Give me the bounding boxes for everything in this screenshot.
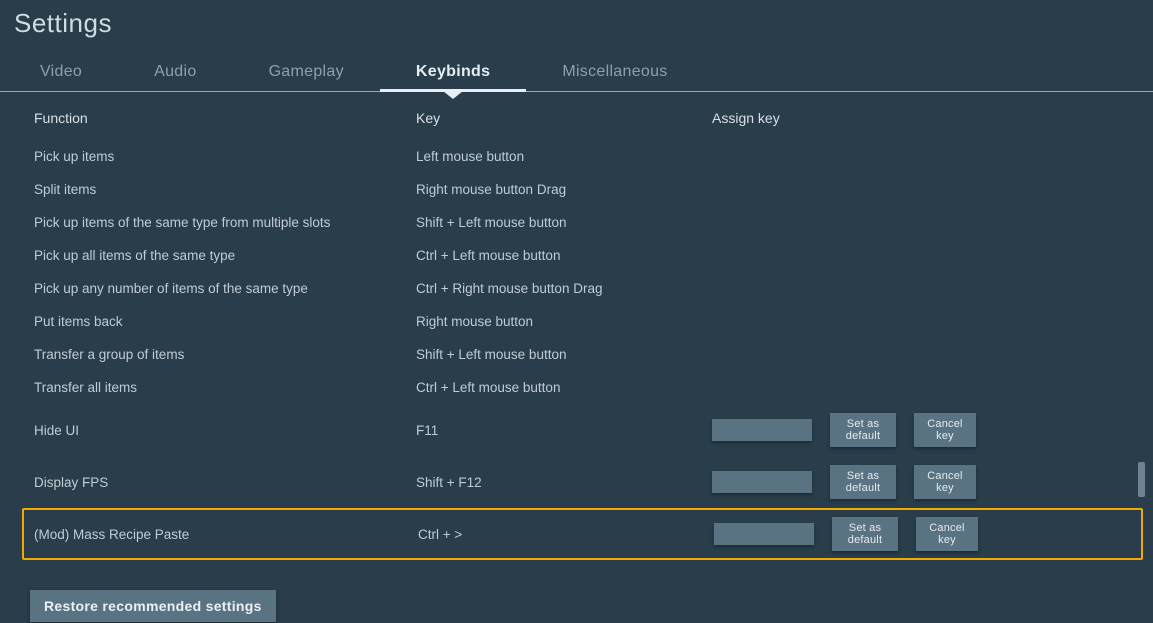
- set-default-button[interactable]: Set as default: [830, 413, 896, 447]
- function-label: Split items: [34, 182, 416, 197]
- restore-button[interactable]: Restore recommended settings: [30, 590, 276, 622]
- tab-audio[interactable]: Audio: [118, 53, 232, 91]
- function-label: Display FPS: [34, 475, 416, 490]
- keybind-row: Pick up itemsLeft mouse button: [6, 140, 1147, 173]
- keybind-row: Pick up items of the same type from mult…: [6, 206, 1147, 239]
- key-label: Right mouse button Drag: [416, 182, 712, 197]
- cancel-key-button[interactable]: Cancel key: [916, 517, 978, 551]
- key-label: Ctrl + Left mouse button: [416, 248, 712, 263]
- tab-keybinds[interactable]: Keybinds: [380, 53, 526, 91]
- key-label: Ctrl + >: [418, 527, 714, 542]
- keybind-row: Pick up any number of items of the same …: [6, 272, 1147, 305]
- assign-controls: Set as default Cancel key: [712, 413, 1147, 447]
- keybind-row: Hide UIF11 Set as default Cancel key: [6, 404, 1147, 456]
- key-label: Shift + F12: [416, 475, 712, 490]
- function-label: Transfer all items: [34, 380, 416, 395]
- keybind-row: Split itemsRight mouse button Drag: [6, 173, 1147, 206]
- function-label: Transfer a group of items: [34, 347, 416, 362]
- page-title: Settings: [0, 0, 1153, 53]
- keybind-row: Put items backRight mouse button: [6, 305, 1147, 338]
- column-headers: Function Key Assign key: [6, 92, 1147, 140]
- keybind-row: Transfer a group of itemsShift + Left mo…: [6, 338, 1147, 371]
- key-label: Ctrl + Left mouse button: [416, 380, 712, 395]
- key-label: Left mouse button: [416, 149, 712, 164]
- keybind-row: Transfer all itemsCtrl + Left mouse butt…: [6, 371, 1147, 404]
- keybind-rows: Pick up itemsLeft mouse buttonSplit item…: [6, 140, 1147, 560]
- tab-gameplay[interactable]: Gameplay: [233, 53, 380, 91]
- tab-video[interactable]: Video: [4, 53, 118, 91]
- header-assign: Assign key: [712, 110, 1022, 126]
- keybinds-panel: Function Key Assign key Pick up itemsLef…: [6, 92, 1147, 572]
- function-label: Put items back: [34, 314, 416, 329]
- keybind-row: Display FPSShift + F12 Set as default Canc…: [6, 456, 1147, 508]
- assign-controls: Set as default Cancel key: [712, 465, 1147, 499]
- function-label: (Mod) Mass Recipe Paste: [34, 527, 418, 542]
- header-key: Key: [416, 110, 712, 126]
- assign-key-input[interactable]: [712, 471, 812, 493]
- key-label: F11: [416, 423, 712, 438]
- keybind-row: Pick up all items of the same typeCtrl +…: [6, 239, 1147, 272]
- scrollbar-thumb[interactable]: [1138, 462, 1145, 497]
- function-label: Pick up items of the same type from mult…: [34, 215, 416, 230]
- function-label: Pick up any number of items of the same …: [34, 281, 416, 296]
- set-default-button[interactable]: Set as default: [832, 517, 898, 551]
- keybind-row: (Mod) Mass Recipe PasteCtrl + >Set as de…: [22, 508, 1143, 560]
- assign-key-input[interactable]: [712, 419, 812, 441]
- header-function: Function: [34, 110, 416, 126]
- cancel-key-button[interactable]: Cancel key: [914, 413, 976, 447]
- assign-key-input[interactable]: [714, 523, 814, 545]
- key-label: Ctrl + Right mouse button Drag: [416, 281, 712, 296]
- function-label: Pick up items: [34, 149, 416, 164]
- assign-controls: Set as default Cancel key: [714, 517, 1141, 551]
- function-label: Pick up all items of the same type: [34, 248, 416, 263]
- function-label: Hide UI: [34, 423, 416, 438]
- tab-miscellaneous[interactable]: Miscellaneous: [526, 53, 703, 91]
- key-label: Shift + Left mouse button: [416, 215, 712, 230]
- set-default-button[interactable]: Set as default: [830, 465, 896, 499]
- tabs: VideoAudioGameplayKeybindsMiscellaneous: [0, 53, 1153, 92]
- cancel-key-button[interactable]: Cancel key: [914, 465, 976, 499]
- key-label: Right mouse button: [416, 314, 712, 329]
- key-label: Shift + Left mouse button: [416, 347, 712, 362]
- footer: Restore recommended settings: [0, 572, 1153, 622]
